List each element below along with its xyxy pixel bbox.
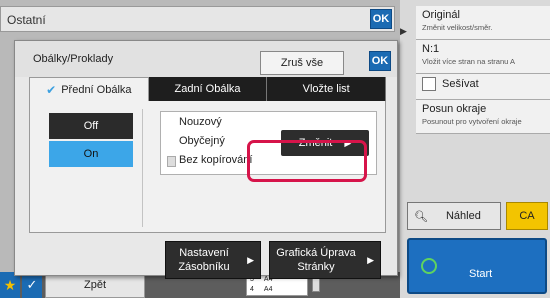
staple-checkbox[interactable]	[422, 77, 436, 91]
sidebar-item-staple[interactable]: Sešívat	[416, 74, 550, 100]
off-button[interactable]: Off	[49, 113, 133, 139]
background-ok-button[interactable]: OK	[370, 9, 392, 29]
preview-button[interactable]: 🔍︎ Náhled	[407, 202, 501, 230]
dialog-header: Obálky/Proklady Zruš vše	[15, 41, 397, 77]
tab-front-cover[interactable]: ✔ Přední Obálka	[29, 77, 149, 101]
background-title: Ostatní	[7, 13, 46, 27]
paper-type-setting: Obyčejný	[179, 135, 225, 147]
arrow-right-icon: ▶	[367, 255, 374, 265]
mini-table-row: 4 A4	[250, 286, 273, 293]
panel-arrow-icon[interactable]: ▶	[400, 26, 407, 37]
sidebar-item-original[interactable]: Originál Změnit velikost/směr.	[416, 6, 550, 40]
start-icon	[421, 258, 437, 274]
arrow-right-icon: ▶	[247, 255, 254, 265]
tab-bar: ✔ Přední Obálka Zadní Obálka Vložte list	[29, 77, 387, 101]
change-button-highlight	[247, 140, 367, 182]
magnifier-icon: 🔍︎	[414, 210, 428, 223]
sidebar-item-margin-shift[interactable]: Posun okraje Posunout pro vytvoření okra…	[416, 100, 550, 134]
tray-setting: Nouzový	[179, 116, 222, 128]
copy-setting: Bez kopírování	[179, 154, 253, 166]
page-graphic-button[interactable]: Grafická Úprava Stránky ▶	[269, 241, 381, 279]
tab-insert-sheet[interactable]: Vložte list	[267, 77, 387, 101]
clear-all-settings-button[interactable]: Zruš vše	[260, 51, 344, 75]
start-button[interactable]: Start	[407, 238, 547, 294]
sidebar-item-n-up[interactable]: N:1 Vložit více stran na stranu A	[416, 40, 550, 74]
background-title-bar: Ostatní	[0, 6, 395, 32]
paper-icon	[167, 156, 176, 167]
dialog-ok-button[interactable]: OK	[369, 51, 391, 71]
dialog-title: Obálky/Proklady	[33, 53, 114, 65]
clear-all-button[interactable]: CA	[506, 202, 548, 230]
divider	[142, 109, 143, 227]
on-button[interactable]: On	[49, 141, 133, 167]
tab-back-cover[interactable]: Zadní Obálka	[148, 77, 268, 101]
check-icon: ✔	[46, 82, 57, 97]
tray-settings-button[interactable]: Nastavení Zásobníku ▶	[165, 241, 261, 279]
